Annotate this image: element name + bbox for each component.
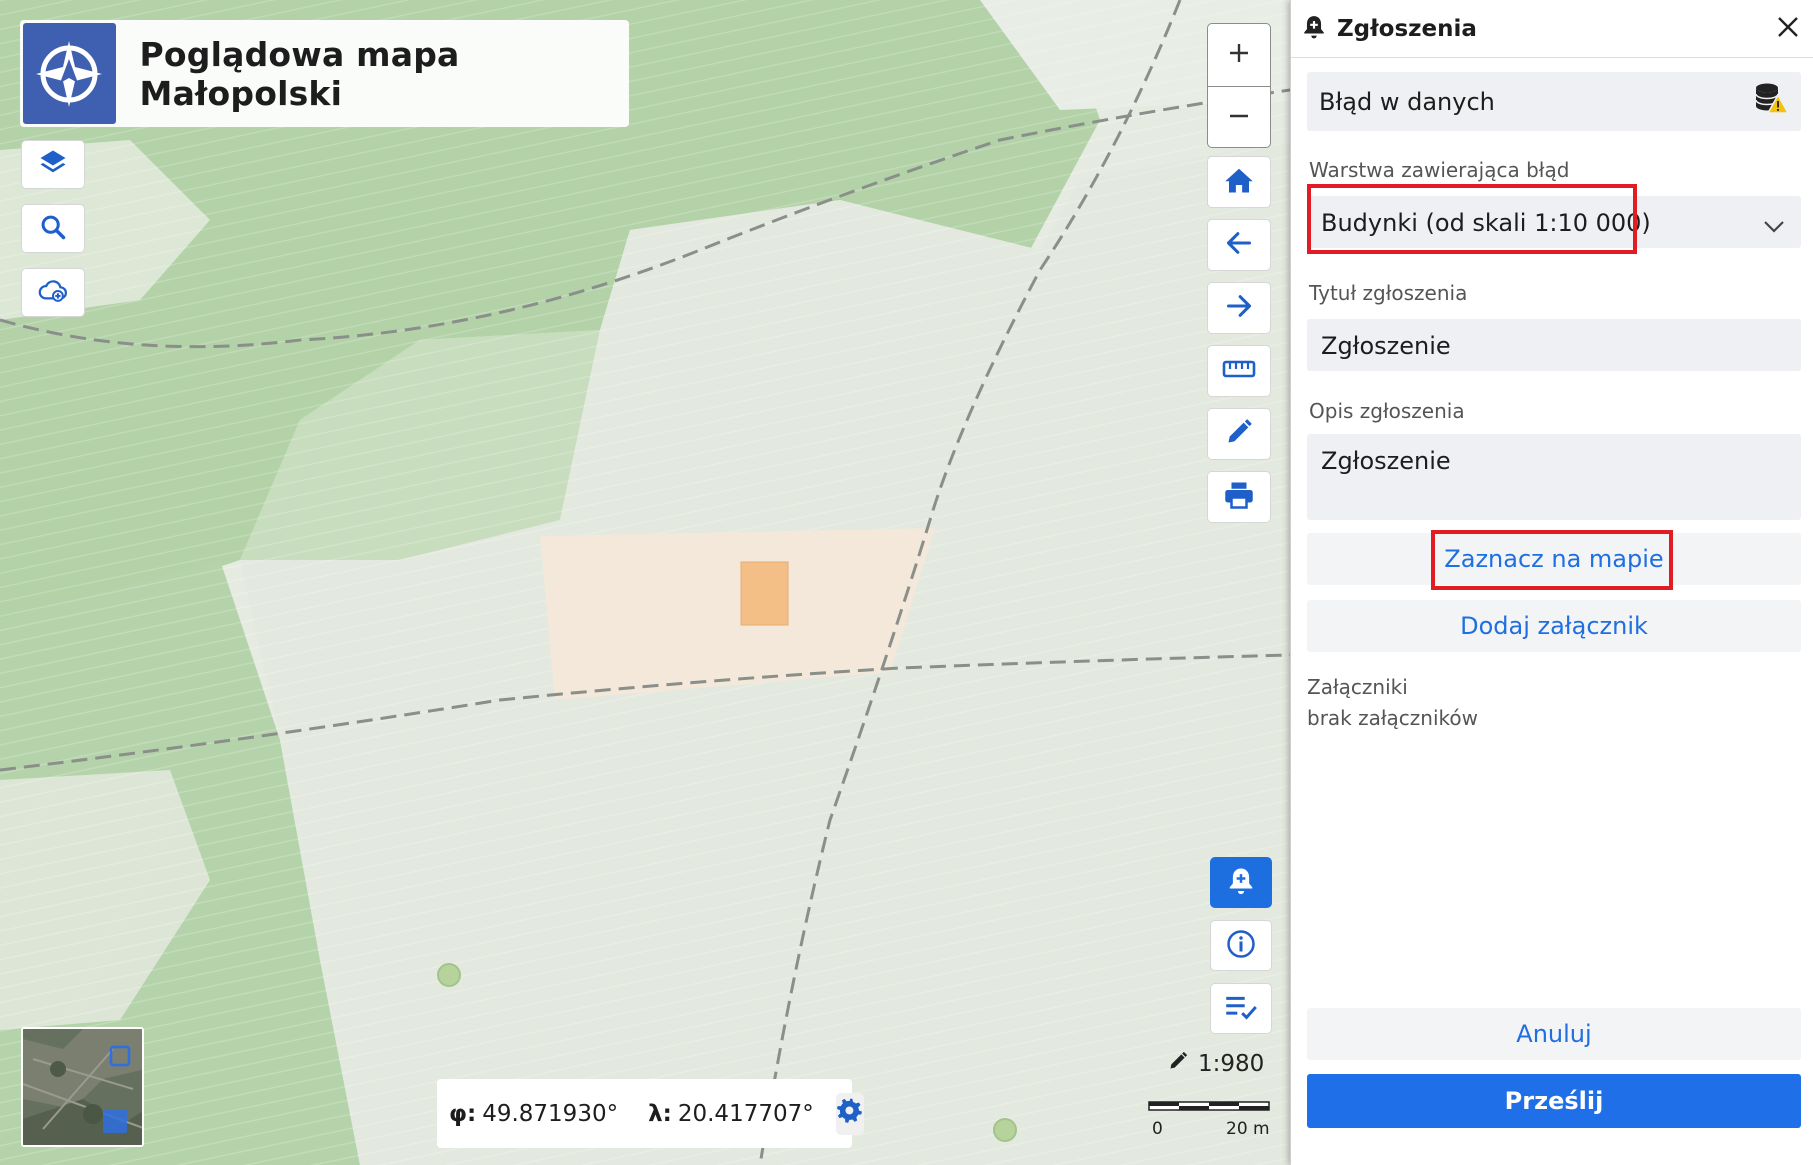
print-button[interactable]: [1207, 471, 1271, 523]
scale-indicator: 1:980: [1168, 1051, 1264, 1077]
zoom-out-button[interactable]: [1208, 86, 1270, 147]
search-icon: [39, 213, 67, 245]
arrow-right-icon: [1225, 293, 1253, 323]
arrow-left-icon: [1225, 230, 1253, 260]
cancel-button[interactable]: Anuluj: [1307, 1008, 1801, 1060]
map-canvas[interactable]: [0, 0, 1290, 1165]
bell-plus-icon: [1301, 13, 1327, 45]
layers-icon: [38, 148, 68, 182]
database-warning-icon: [1753, 82, 1790, 122]
coordinates-settings-button[interactable]: [835, 1092, 864, 1135]
minus-icon: [1227, 104, 1251, 132]
measure-button[interactable]: [1207, 345, 1271, 397]
report-title-value: Zgłoszenie: [1321, 332, 1451, 360]
longitude-value: 20.417707°: [677, 1100, 814, 1127]
scale-ratio: 1:980: [1198, 1051, 1265, 1077]
info-button[interactable]: [1210, 920, 1272, 971]
attachments-empty: brak załączników: [1307, 706, 1478, 730]
next-view-button[interactable]: [1207, 282, 1271, 334]
pencil-icon: [1225, 418, 1253, 450]
close-button[interactable]: [1773, 14, 1803, 44]
zoom-in-button[interactable]: [1208, 24, 1270, 86]
close-icon: [1776, 15, 1800, 43]
bell-plus-icon: [1226, 866, 1256, 900]
description-label: Opis zgłoszenia: [1309, 399, 1465, 423]
cloud-add-icon: [37, 277, 69, 309]
ruler-icon: [1222, 359, 1256, 383]
coordinates-box: φ: 49.871930° λ: 20.417707°: [437, 1079, 864, 1148]
print-icon: [1224, 481, 1254, 513]
right-toolbar: [1207, 23, 1271, 534]
bottom-right-toolbar: [1210, 857, 1272, 1046]
scale-start: 0: [1152, 1119, 1163, 1139]
report-panel: Zgłoszenia Błąd w danych Warstwa zawiera…: [1290, 0, 1813, 1165]
latitude-value: 49.871930°: [482, 1100, 619, 1127]
report-description-input[interactable]: Zgłoszenie: [1307, 434, 1801, 520]
report-title-input[interactable]: Zgłoszenie: [1307, 319, 1801, 371]
mark-highlight-box: [1431, 530, 1673, 590]
building-shape: [740, 561, 789, 626]
tree-point: [437, 963, 461, 987]
left-toolbar: [21, 140, 85, 332]
app-window: Poglądowa mapa Małopolski φ: 49.871930° …: [0, 0, 1813, 1165]
legend-button[interactable]: [1210, 983, 1272, 1034]
tree-point: [993, 1118, 1017, 1142]
scale-end: 20 m: [1226, 1119, 1270, 1139]
plus-icon: [1227, 41, 1251, 69]
report-type-field[interactable]: Błąd w danych: [1307, 72, 1801, 131]
list-check-icon: [1225, 994, 1257, 1024]
add-service-button[interactable]: [21, 268, 85, 317]
panel-title: Zgłoszenia: [1337, 15, 1477, 42]
send-button[interactable]: Prześlij: [1307, 1074, 1801, 1128]
report-button[interactable]: [1210, 857, 1272, 908]
search-button[interactable]: [21, 204, 85, 253]
chevron-down-icon: [1763, 212, 1785, 240]
app-title: Poglądowa mapa Małopolski: [139, 34, 460, 113]
add-attachment-button[interactable]: Dodaj załącznik: [1307, 600, 1801, 652]
layer-label: Warstwa zawierająca błąd: [1309, 158, 1570, 182]
pencil-icon: [1168, 1051, 1188, 1077]
layer-highlight-box: [1307, 184, 1637, 254]
logo-icon: [23, 23, 116, 124]
latitude-label: φ:: [449, 1100, 477, 1127]
map-view[interactable]: Poglądowa mapa Małopolski φ: 49.871930° …: [0, 0, 1290, 1165]
title-label: Tytuł zgłoszenia: [1309, 281, 1468, 305]
minimap[interactable]: [21, 1027, 144, 1147]
info-icon: [1226, 929, 1256, 963]
scale-bar: [1148, 1098, 1270, 1117]
report-description-value: Zgłoszenie: [1321, 447, 1451, 475]
gear-icon: [836, 1097, 864, 1131]
draw-button[interactable]: [1207, 408, 1271, 460]
panel-header: Zgłoszenia: [1291, 0, 1813, 58]
title-card: Poglądowa mapa Małopolski: [20, 20, 629, 127]
report-type-value: Błąd w danych: [1319, 88, 1495, 116]
home-icon: [1224, 166, 1254, 198]
home-button[interactable]: [1207, 156, 1271, 208]
zoom-control: [1207, 23, 1271, 148]
previous-view-button[interactable]: [1207, 219, 1271, 271]
longitude-label: λ:: [648, 1100, 672, 1127]
layers-button[interactable]: [21, 140, 85, 189]
attachments-label: Załączniki: [1307, 675, 1408, 699]
